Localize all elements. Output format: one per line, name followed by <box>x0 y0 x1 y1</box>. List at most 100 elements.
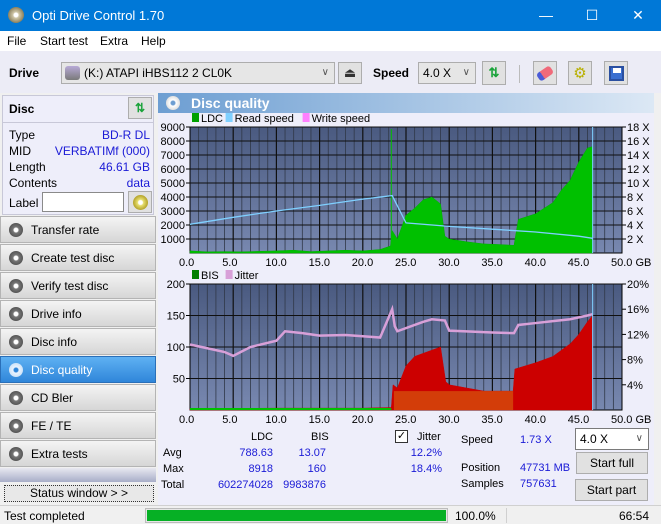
menu-start-test[interactable]: Start test <box>40 34 88 48</box>
y-tick-label-left: 100 <box>167 342 185 354</box>
x-tick-label: 15.0 <box>309 257 330 269</box>
disc-info-icon <box>9 335 23 349</box>
disc-refresh-button[interactable]: ⇅ <box>128 97 152 119</box>
disc-quality-icon <box>166 96 180 110</box>
nav-label: Transfer rate <box>31 223 100 237</box>
jitter-label: Jitter <box>417 431 441 443</box>
test-speed-select[interactable]: 4.0 X ∨ <box>575 428 649 450</box>
disc-mid-value: VERBATIMf (000) <box>54 144 150 158</box>
total-ldc: 602274028 <box>217 479 273 491</box>
nav-label: Extra tests <box>31 447 88 461</box>
window-title: Opti Drive Control 1.70 <box>32 8 165 23</box>
y-tick-label-left: 200 <box>167 279 185 291</box>
disc-quality-icon <box>9 363 23 377</box>
menu-help[interactable]: Help <box>141 34 166 48</box>
start-full-button[interactable]: Start full <box>576 452 648 474</box>
nav-disc-info[interactable]: Disc info <box>0 328 156 355</box>
x-tick-label: 5.0 <box>222 414 237 426</box>
disc-type-label: Type <box>9 128 36 142</box>
transfer-rate-icon <box>9 223 23 237</box>
x-tick-label: 50.0 GB <box>611 414 651 426</box>
y-tick-label-left: 6000 <box>161 164 185 176</box>
x-tick-label: 40.0 <box>525 257 546 269</box>
max-ldc: 8918 <box>248 463 273 475</box>
y-tick-label-right: 16 X <box>627 136 650 148</box>
disc-label-input[interactable] <box>42 192 124 212</box>
nav-label: Drive info <box>31 307 82 321</box>
menu-extra[interactable]: Extra <box>100 34 128 48</box>
x-tick-label: 35.0 <box>481 414 502 426</box>
samples-value: 757631 <box>520 478 557 490</box>
nav-drive-info[interactable]: Drive info <box>0 300 156 327</box>
disc-icon <box>132 194 148 210</box>
eject-icon: ⏏ <box>343 65 357 80</box>
y-tick-label-left: 3000 <box>161 206 185 218</box>
jitter-checkbox[interactable]: ✓ <box>395 430 408 443</box>
menu-file[interactable]: File <box>7 34 26 48</box>
x-tick-label: 50.0 GB <box>611 257 651 269</box>
disc-mid-label: MID <box>9 144 31 158</box>
refresh-button[interactable]: ⇅ <box>482 61 506 85</box>
y-tick-label-left: 150 <box>167 311 185 323</box>
create-disc-icon <box>9 251 23 265</box>
eraser-icon <box>535 64 555 82</box>
col-bis-header: BIS <box>311 431 329 443</box>
y-tick-label-right: 20% <box>627 279 649 291</box>
y-tick-label-right: 4% <box>627 380 643 392</box>
nav-fe-te[interactable]: FE / TE <box>0 412 156 439</box>
speed-stat-label: Speed <box>461 434 493 446</box>
right-edge <box>654 93 661 505</box>
nav-label: Disc quality <box>31 363 93 377</box>
save-button[interactable] <box>604 61 628 85</box>
status-text: Test completed <box>4 509 85 523</box>
settings-button[interactable]: ⚙ <box>568 61 592 85</box>
legend-label-read-speed: Read speed <box>235 113 294 125</box>
y-tick-label-left: 9000 <box>161 122 185 134</box>
nav-label: Verify test disc <box>31 279 109 293</box>
disc-label-button[interactable] <box>128 191 152 213</box>
position-label: Position <box>461 462 501 474</box>
y-tick-label-left: 50 <box>173 374 185 386</box>
toolbar-separator <box>519 65 520 83</box>
cd-bler-icon <box>9 391 23 405</box>
chevron-down-icon: ∨ <box>462 67 470 78</box>
left-panel: Disc ⇅ Type BD-R DL MID VERBATIMf (000) … <box>0 93 156 505</box>
samples-label: Samples <box>461 478 504 490</box>
x-tick-label: 15.0 <box>309 414 330 426</box>
legend-label-write-speed: Write speed <box>312 113 371 125</box>
x-tick-label: 45.0 <box>568 414 589 426</box>
erase-button[interactable] <box>533 61 557 85</box>
x-tick-label: 10.0 <box>265 257 286 269</box>
refresh-arrows-icon: ⇅ <box>488 65 500 80</box>
close-button[interactable]: ✕ <box>615 0 661 31</box>
nav-disc-quality[interactable]: Disc quality <box>0 356 156 383</box>
legend-swatch-write-speed <box>302 113 310 122</box>
maximize-button[interactable]: ☐ <box>569 0 615 31</box>
y-tick-label-right: 16% <box>627 304 649 316</box>
drive-select-value: (K:) ATAPI iHBS112 2 CL0K <box>84 66 233 80</box>
y-tick-label-right: 18 X <box>627 122 650 134</box>
start-part-button[interactable]: Start part <box>575 479 648 501</box>
chevron-down-icon: ∨ <box>635 433 643 444</box>
status-window-button[interactable]: Status window > > <box>4 485 154 502</box>
eject-button[interactable]: ⏏ <box>338 62 362 84</box>
drive-icon <box>65 66 80 80</box>
nav-transfer-rate[interactable]: Transfer rate <box>0 216 156 243</box>
legend-swatch-bis <box>192 270 199 279</box>
bis-low-band <box>393 391 514 410</box>
nav-cd-bler[interactable]: CD Bler <box>0 384 156 411</box>
disc-label-label: Label <box>9 196 39 210</box>
total-bis: 9983876 <box>283 479 326 491</box>
legend-swatch-jitter <box>225 270 233 279</box>
drive-select[interactable]: (K:) ATAPI iHBS112 2 CL0K ∨ <box>61 62 335 84</box>
minimize-button[interactable]: — <box>523 0 569 31</box>
panel-header: Disc quality <box>158 93 654 113</box>
y-tick-label-right: 12 X <box>627 164 650 176</box>
gears-icon: ⚙ <box>573 65 587 82</box>
status-bar: Test completed 100.0% 66:54 <box>0 505 661 524</box>
speed-select[interactable]: 4.0 X ∨ <box>418 62 476 84</box>
nav-extra-tests[interactable]: Extra tests <box>0 440 156 467</box>
max-bis: 160 <box>307 463 326 475</box>
nav-create-test-disc[interactable]: Create test disc <box>0 244 156 271</box>
nav-verify-test-disc[interactable]: Verify test disc <box>0 272 156 299</box>
